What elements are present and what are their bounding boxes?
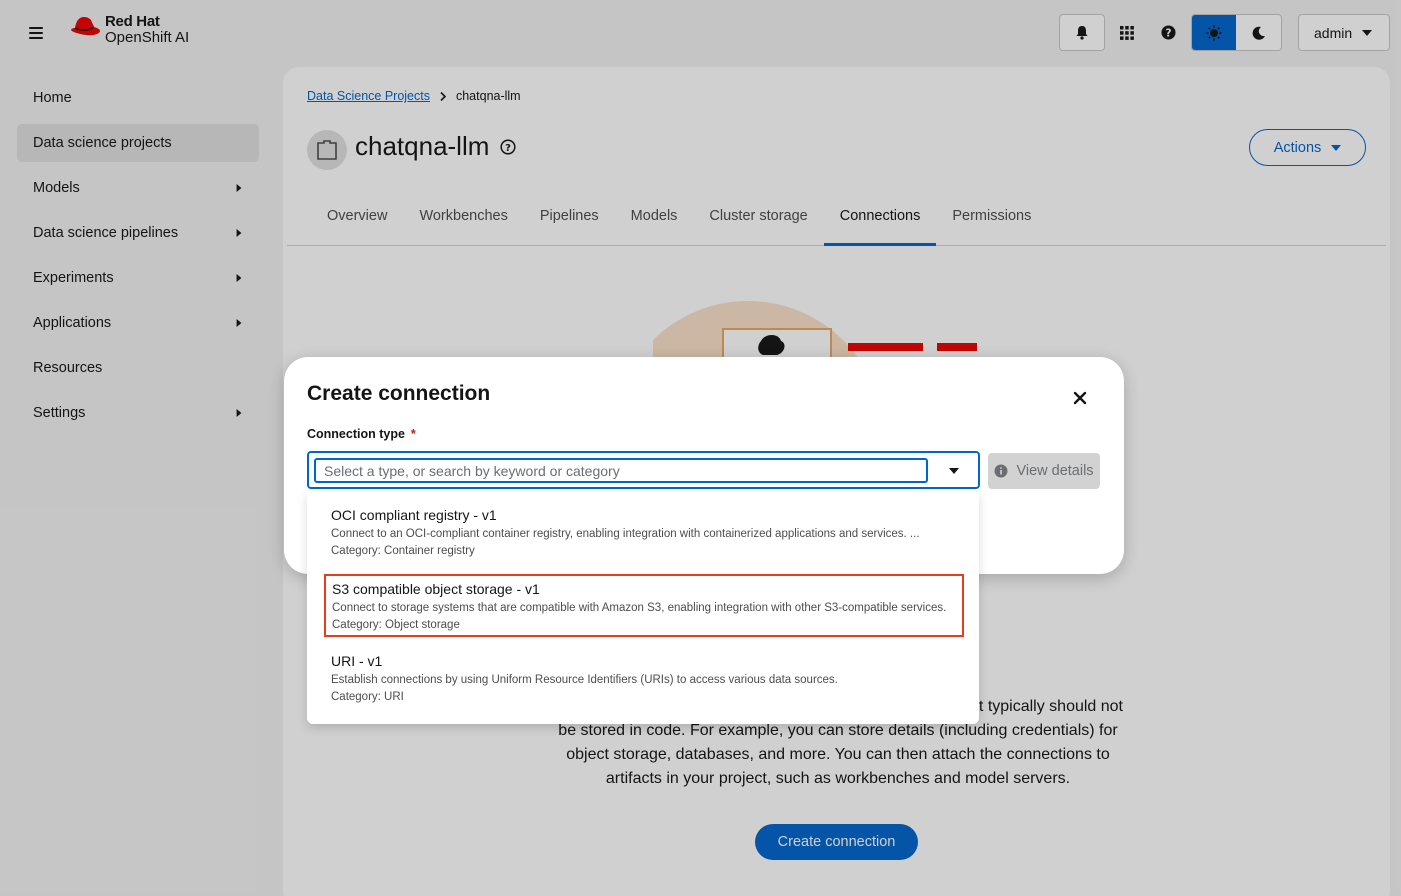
menu-option-s3-storage[interactable]: S3 compatible object storage - v1 Connec… — [324, 574, 964, 637]
option-title: S3 compatible object storage - v1 — [332, 581, 540, 597]
option-category: Category: Container registry — [331, 545, 475, 557]
select-toggle-button[interactable] — [941, 461, 967, 481]
menu-option-uri[interactable]: URI - v1 Establish connections by using … — [324, 647, 964, 710]
view-details-button[interactable]: View details — [988, 453, 1100, 489]
option-title: OCI compliant registry - v1 — [331, 507, 497, 523]
connection-type-select[interactable] — [307, 451, 980, 489]
option-description: Establish connections by using Uniform R… — [331, 674, 838, 686]
option-title: URI - v1 — [331, 653, 383, 669]
menu-option-oci-registry[interactable]: OCI compliant registry - v1 Connect to a… — [324, 501, 964, 564]
option-description: Connect to storage systems that are comp… — [332, 602, 947, 614]
connection-type-label: Connection type * — [307, 427, 416, 441]
option-category: Category: URI — [331, 691, 404, 703]
modal-title: Create connection — [307, 382, 491, 405]
close-icon[interactable] — [1073, 391, 1087, 405]
connection-type-menu: OCI compliant registry - v1 Connect to a… — [307, 492, 979, 724]
caret-down-icon — [949, 468, 959, 474]
info-circle-icon — [994, 464, 1008, 478]
connection-type-search-input[interactable] — [314, 458, 928, 483]
option-category: Category: Object storage — [332, 619, 460, 631]
view-details-label: View details — [1016, 463, 1094, 479]
option-description: Connect to an OCI-compliant container re… — [331, 528, 920, 540]
field-label-text: Connection type — [307, 427, 405, 441]
required-marker: * — [410, 427, 416, 441]
